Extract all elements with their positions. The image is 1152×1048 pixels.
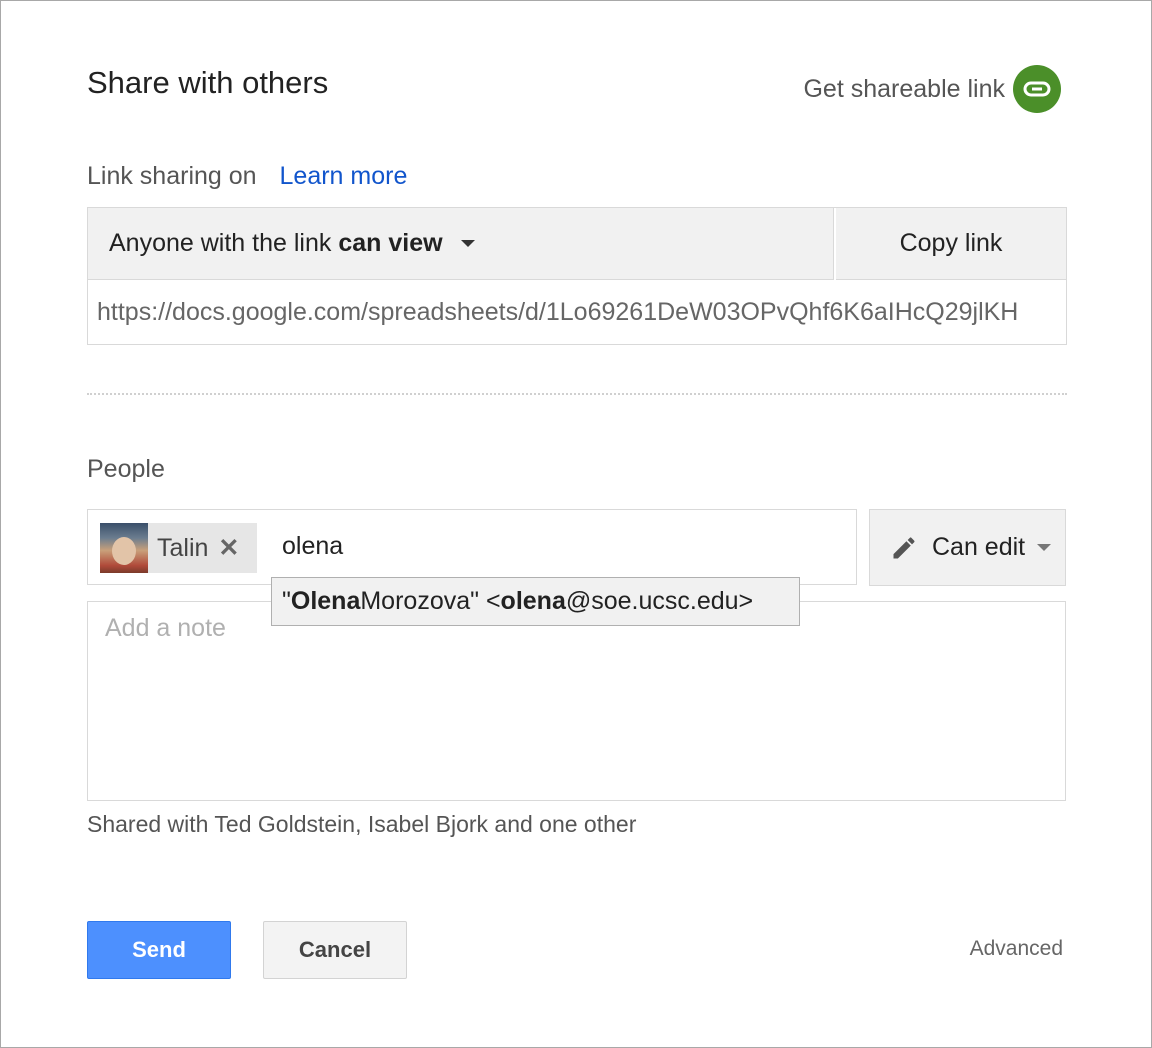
- link-icon[interactable]: [1013, 65, 1061, 113]
- note-placeholder: Add a note: [105, 614, 226, 642]
- permission-dropdown[interactable]: Can edit: [869, 509, 1066, 586]
- close-icon[interactable]: ✕: [218, 533, 239, 563]
- autocomplete-suggestion[interactable]: " Olena Morozova" < olena @soe.ucsc.edu>: [271, 577, 800, 626]
- share-url-field[interactable]: [88, 281, 1066, 344]
- pencil-icon: [890, 534, 918, 562]
- copy-link-button[interactable]: Copy link: [836, 208, 1066, 280]
- get-shareable-link-label: Get shareable link: [803, 74, 1005, 103]
- avatar: [100, 523, 148, 573]
- people-label: People: [87, 455, 165, 483]
- person-chip: Talin ✕: [100, 523, 257, 573]
- shared-with-text: Shared with Ted Goldstein, Isabel Bjork …: [87, 811, 637, 837]
- send-button[interactable]: Send: [87, 921, 231, 979]
- caret-down-icon: [1037, 544, 1052, 551]
- suggestion-quote: ": [282, 587, 291, 615]
- link-access-dropdown[interactable]: Anyone with the link can view: [88, 208, 834, 280]
- people-input[interactable]: Talin ✕ olena: [87, 509, 857, 585]
- suggestion-email-rest: @soe.ucsc.edu>: [565, 587, 754, 615]
- access-prefix: Anyone with the link: [109, 229, 332, 257]
- suggestion-name-match: Olena: [290, 587, 361, 615]
- section-divider: [87, 393, 1067, 395]
- caret-down-icon: [460, 240, 475, 247]
- note-textarea[interactable]: Add a note: [87, 601, 1066, 801]
- access-level: can view: [338, 229, 443, 257]
- chip-name: Talin: [157, 533, 209, 562]
- learn-more-link[interactable]: Learn more: [280, 162, 408, 190]
- suggestion-email-match: olena: [500, 587, 566, 615]
- get-shareable-link-button[interactable]: Get shareable link: [803, 65, 1061, 113]
- permission-label: Can edit: [932, 533, 1026, 561]
- link-share-box: Anyone with the link can view Copy link: [87, 207, 1067, 345]
- cancel-button[interactable]: Cancel: [263, 921, 407, 979]
- dialog-title: Share with others: [87, 65, 329, 100]
- link-sharing-status: Link sharing on: [87, 162, 257, 190]
- link-sharing-row: Link sharing on Learn more: [87, 162, 407, 191]
- advanced-link[interactable]: Advanced: [970, 937, 1063, 961]
- share-dialog: Share with others Get shareable link Lin…: [0, 0, 1152, 1048]
- people-input-text[interactable]: olena: [282, 532, 343, 561]
- suggestion-name-rest: Morozova" <: [360, 587, 501, 615]
